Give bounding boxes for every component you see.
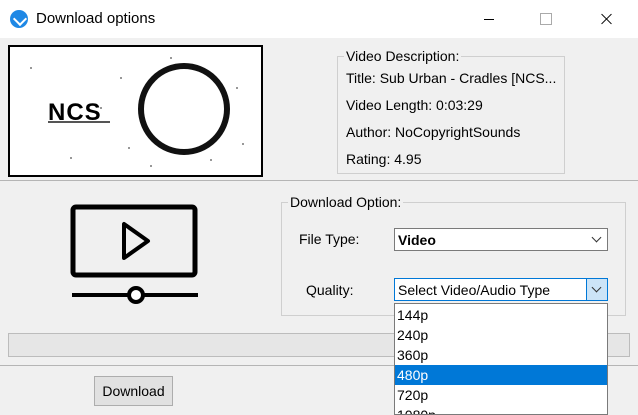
file-type-value: Video	[398, 232, 436, 248]
video-rating-text: Rating: 4.95	[346, 151, 422, 167]
quality-option[interactable]: 720p	[395, 385, 607, 405]
speck	[170, 57, 172, 59]
maximize-button[interactable]	[522, 0, 568, 38]
speck	[128, 147, 130, 149]
speck	[120, 77, 122, 79]
download-icon	[10, 10, 28, 28]
video-length-text: Video Length: 0:03:29	[346, 97, 483, 113]
quality-option[interactable]: 240p	[395, 325, 607, 345]
video-author-text: Author: NoCopyrightSounds	[346, 124, 521, 140]
file-type-select[interactable]: Video	[394, 228, 608, 251]
quality-select[interactable]: Select Video/Audio Type	[394, 278, 608, 301]
video-play-icon	[70, 204, 198, 304]
window-title: Download options	[36, 10, 156, 27]
chevron-down-icon[interactable]	[587, 229, 607, 250]
minimize-button[interactable]	[466, 0, 512, 38]
quality-label: Quality:	[306, 282, 354, 298]
logo-underline	[48, 121, 110, 123]
speck	[30, 67, 32, 69]
download-option-title: Download Option:	[288, 194, 404, 210]
quality-option-highlighted[interactable]: 480p	[395, 365, 607, 385]
close-button[interactable]	[578, 0, 624, 38]
speck	[242, 143, 244, 145]
quality-option[interactable]: 1080p	[395, 405, 607, 414]
chevron-down-icon[interactable]	[586, 279, 607, 300]
quality-option[interactable]: 360p	[395, 345, 607, 365]
video-thumbnail: NCS	[8, 45, 263, 177]
speck	[210, 159, 212, 161]
speck	[150, 165, 152, 167]
video-description-group: Video Description: Title: Sub Urban - Cr…	[337, 48, 565, 174]
video-description-title: Video Description:	[344, 48, 462, 64]
title-bar: Download options	[0, 0, 638, 38]
quality-value: Select Video/Audio Type	[398, 282, 551, 298]
speck	[100, 107, 102, 109]
separator	[0, 180, 638, 181]
quality-option[interactable]: 144p	[395, 305, 607, 325]
video-title-text: Title: Sub Urban - Cradles [NCS...	[346, 70, 557, 86]
download-button[interactable]: Download	[94, 376, 173, 406]
speck	[70, 157, 72, 159]
speck	[236, 87, 238, 89]
ring-graphic	[138, 63, 230, 155]
file-type-label: File Type:	[299, 231, 360, 247]
quality-dropdown-list[interactable]: 144p 240p 360p 480p 720p 1080p	[394, 303, 608, 415]
